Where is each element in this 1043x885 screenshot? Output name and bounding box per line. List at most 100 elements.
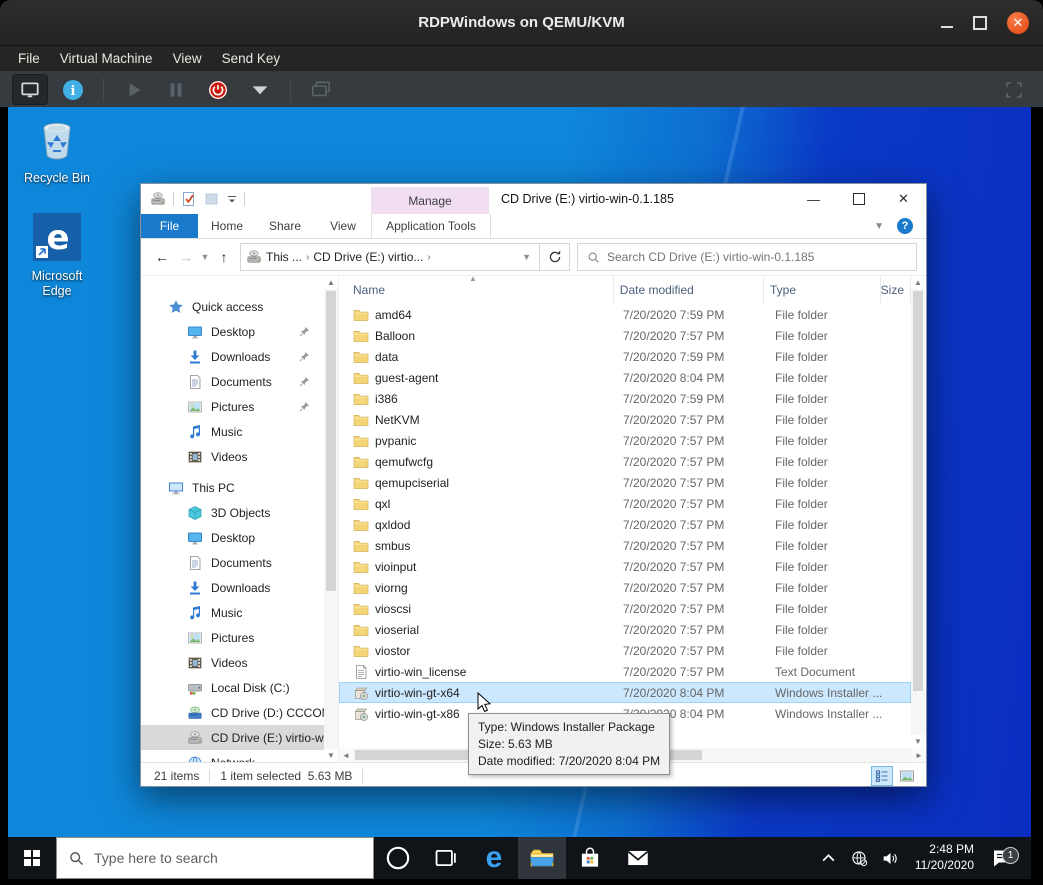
tab-home[interactable]: Home [198,214,256,238]
file-row-vioinput[interactable]: vioinput7/20/2020 7:57 PMFile folder [339,556,911,577]
start-button[interactable] [8,837,56,879]
taskbar-clock[interactable]: 2:48 PM 11/20/2020 [906,842,983,873]
tray-globe-offline-button[interactable] [844,850,875,867]
explorer-minimize-icon[interactable]: — [791,184,836,214]
vm-menu-send-key[interactable]: Send Key [212,51,291,66]
maximize-icon[interactable] [973,16,987,30]
taskbar-cortana-button[interactable] [374,837,422,879]
tab-view[interactable]: View [314,214,372,238]
scroll-up-icon[interactable]: ▲ [324,276,338,289]
sidebar-item-3d-objects[interactable]: 3D Objects [141,500,324,525]
sidebar-item-downloads[interactable]: Downloads [141,344,324,369]
sidebar-item-pictures[interactable]: Pictures [141,625,324,650]
file-row-smbus[interactable]: smbus7/20/2020 7:57 PMFile folder [339,535,911,556]
scroll-up-icon[interactable]: ▲ [911,276,925,289]
taskbar-taskview-button[interactable] [422,837,470,879]
refresh-button[interactable] [540,243,570,271]
file-row-netkvm[interactable]: NetKVM7/20/2020 7:57 PMFile folder [339,409,911,430]
file-row-guest-agent[interactable]: guest-agent7/20/2020 8:04 PMFile folder [339,367,911,388]
address-bar[interactable]: This ...›CD Drive (E:) virtio...› ▼ [240,243,540,271]
sidebar-item-music[interactable]: Music [141,419,324,444]
tray-chevron-up-button[interactable] [813,850,844,867]
displays-button[interactable] [304,75,338,104]
file-row-viostor[interactable]: viostor7/20/2020 7:57 PMFile folder [339,640,911,661]
column-header-size[interactable]: Size [881,276,911,304]
sidebar-section-this-pc[interactable]: This PC [141,475,324,500]
explorer-maximize-icon[interactable] [836,184,881,214]
pause-button[interactable] [159,75,193,104]
column-header-date-modified[interactable]: Date modified [614,276,764,304]
scroll-down-icon[interactable]: ▼ [911,735,925,748]
sidebar-item-downloads[interactable]: Downloads [141,575,324,600]
sidebar-section-quick-access[interactable]: Quick access [141,294,324,319]
taskbar-store-button[interactable] [566,837,614,879]
vm-menu-file[interactable]: File [8,51,50,66]
help-icon[interactable]: ? [897,218,913,234]
file-row-pvpanic[interactable]: pvpanic7/20/2020 7:57 PMFile folder [339,430,911,451]
new-folder-icon[interactable] [204,191,220,207]
vm-menu-view[interactable]: View [163,51,212,66]
cd-drive-icon[interactable] [150,191,166,207]
file-row-qemupciserial[interactable]: qemupciserial7/20/2020 7:57 PMFile folde… [339,472,911,493]
sidebar-item-desktop[interactable]: Desktop [141,525,324,550]
back-icon[interactable]: ← [150,249,174,265]
file-row-qemufwcfg[interactable]: qemufwcfg7/20/2020 7:57 PMFile folder [339,451,911,472]
taskbar-search-input[interactable]: Type here to search [56,837,374,879]
recent-locations-chevron-icon[interactable]: ▼ [198,252,212,262]
sidebar-item-music[interactable]: Music [141,600,324,625]
file-list-vertical-scrollbar[interactable]: ▲ ▼ [911,276,925,748]
power-button[interactable] [201,75,235,104]
details-view-button[interactable] [871,766,893,786]
sidebar-item-videos[interactable]: Videos [141,650,324,675]
file-row-data[interactable]: data7/20/2020 7:59 PMFile folder [339,346,911,367]
explorer-close-icon[interactable]: ✕ [881,184,926,214]
forward-icon[interactable]: → [174,249,198,265]
scroll-right-icon[interactable]: ► [912,751,926,760]
file-row-virtio-win-gt-x64[interactable]: virtio-win-gt-x647/20/2020 8:04 PMWindow… [339,682,911,703]
minimize-icon[interactable] [941,26,953,28]
sidebar-item-cd-drive-e-virtio-win-0[interactable]: CD Drive (E:) virtio-win-0 [141,725,324,750]
ribbon-collapse-chevron-icon[interactable]: ▼ [874,221,884,232]
search-input[interactable]: Search CD Drive (E:) virtio-win-0.1.185 [577,243,917,271]
check-doc-icon[interactable] [181,191,197,207]
tab-share[interactable]: Share [256,214,314,238]
file-row-virtio-win-license[interactable]: virtio-win_license7/20/2020 7:57 PMText … [339,661,911,682]
taskbar-mail-button[interactable] [614,837,662,879]
breadcrumb[interactable]: This ...›CD Drive (E:) virtio...› [266,250,431,264]
vm-menu-virtual-machine[interactable]: Virtual Machine [50,51,163,66]
file-row-vioscsi[interactable]: vioscsi7/20/2020 7:57 PMFile folder [339,598,911,619]
file-row-viorng[interactable]: viorng7/20/2020 7:57 PMFile folder [339,577,911,598]
console-monitor-button[interactable] [12,74,48,105]
fullscreen-button[interactable] [997,75,1031,104]
breadcrumb-segment[interactable]: CD Drive (E:) virtio... [313,250,423,264]
file-row-amd64[interactable]: amd647/20/2020 7:59 PMFile folder [339,304,911,325]
column-header-type[interactable]: Type [764,276,881,304]
file-row-qxldod[interactable]: qxldod7/20/2020 7:57 PMFile folder [339,514,911,535]
breadcrumb-segment[interactable]: This ... [266,250,302,264]
file-row-vioserial[interactable]: vioserial7/20/2020 7:57 PMFile folder [339,619,911,640]
sidebar-item-network[interactable]: Network [141,750,324,762]
taskbar-edge-button[interactable]: e [470,837,518,879]
sidebar-item-documents[interactable]: Documents [141,369,324,394]
contextual-tab-manage[interactable]: Manage [371,187,489,214]
scroll-left-icon[interactable]: ◄ [339,751,353,760]
sidebar-item-documents[interactable]: Documents [141,550,324,575]
address-dropdown-chevron-icon[interactable]: ▼ [522,252,534,262]
tab-application-tools[interactable]: Application Tools [371,214,491,238]
sidebar-item-cd-drive-d-cccoma-[interactable]: CD Drive (D:) CCCOMA_ [141,700,324,725]
sidebar-item-videos[interactable]: Videos [141,444,324,469]
action-center-button[interactable]: 1 [983,848,1025,868]
caret-down-sm-icon[interactable] [227,194,237,204]
file-row-balloon[interactable]: Balloon7/20/2020 7:57 PMFile folder [339,325,911,346]
scroll-down-icon[interactable]: ▼ [324,749,338,762]
info-button[interactable]: i [56,75,90,104]
sidebar-item-local-disk-c-[interactable]: Local Disk (C:) [141,675,324,700]
desktop-icon-microsoft-edge[interactable]: eMicrosoft Edge [18,213,96,300]
close-icon[interactable]: ✕ [1007,12,1029,34]
file-row-i386[interactable]: i3867/20/2020 7:59 PMFile folder [339,388,911,409]
taskbar-explorer-button[interactable] [518,837,566,879]
play-button[interactable] [117,75,151,104]
sidebar-item-pictures[interactable]: Pictures [141,394,324,419]
tray-speaker-button[interactable] [875,850,906,867]
up-icon[interactable]: ↑ [212,249,236,265]
